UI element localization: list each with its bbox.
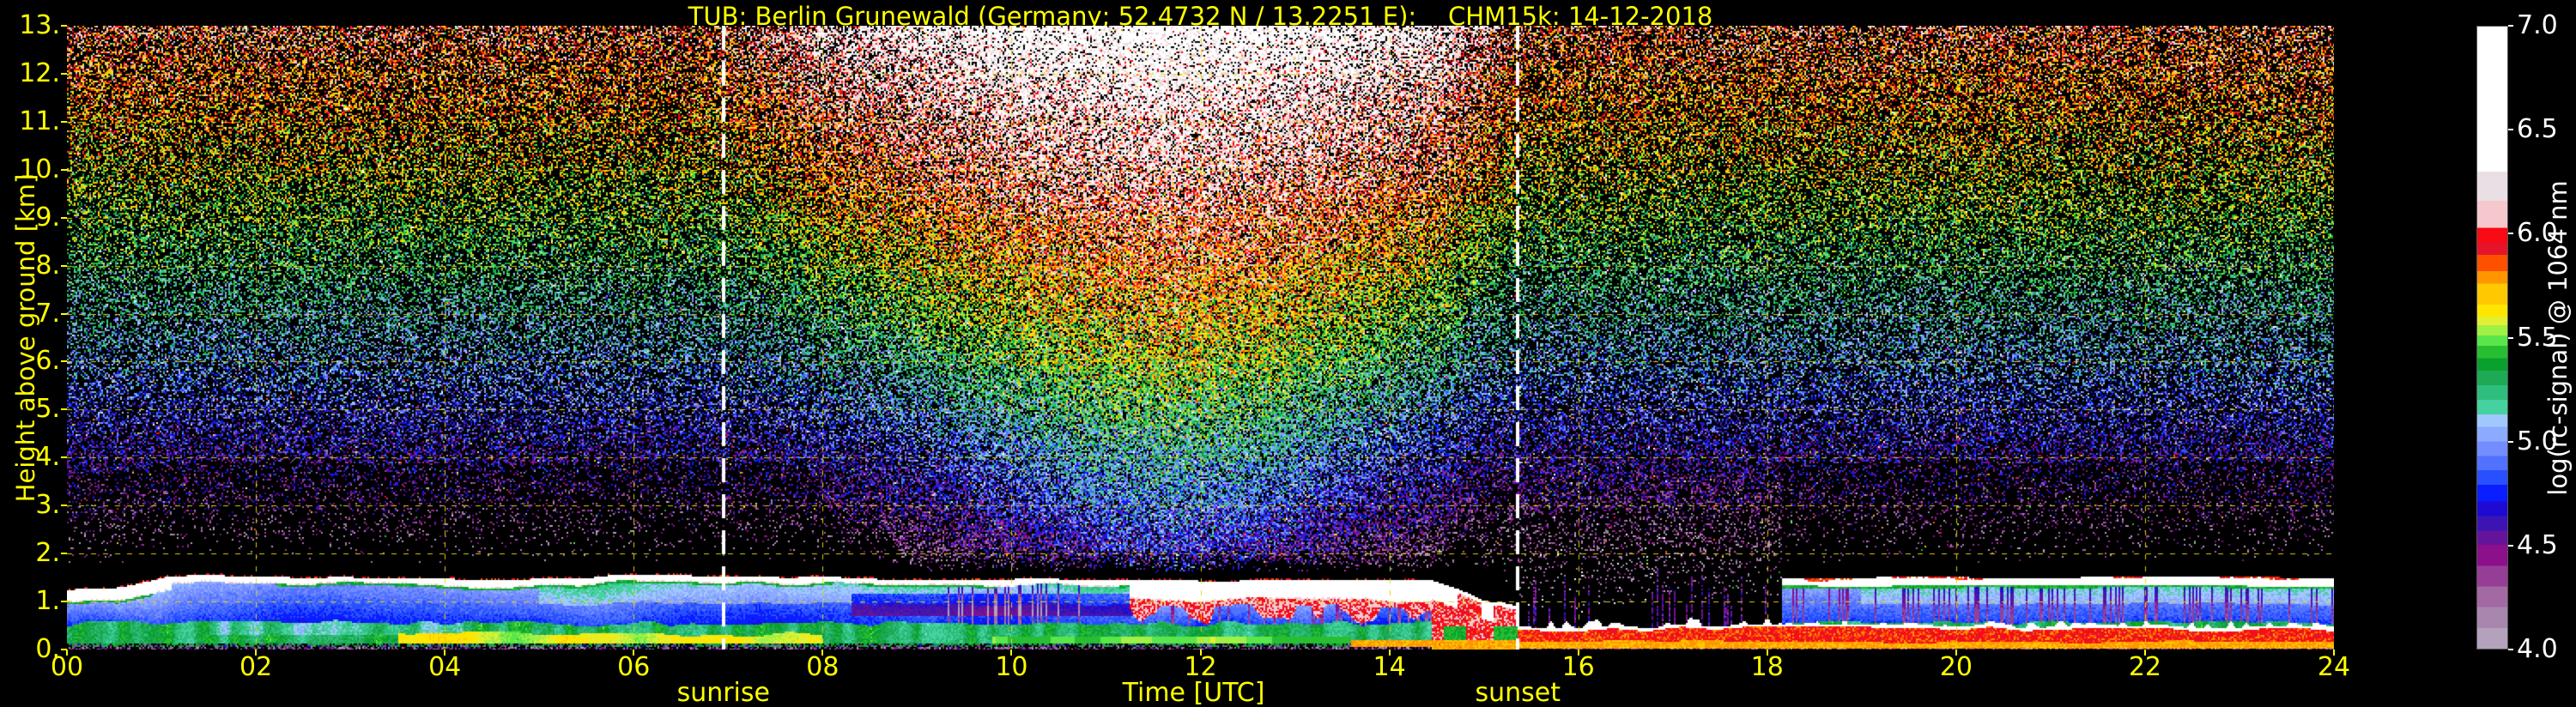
- y-tick-label: 10.: [0, 153, 60, 187]
- colorbar-tick-mark: [2508, 441, 2513, 443]
- y-tick-mark: [61, 217, 67, 219]
- x-tick-label: 16: [1536, 653, 1621, 682]
- x-tick-label: 00: [24, 653, 110, 682]
- sunrise-label: sunrise: [677, 679, 770, 707]
- y-tick-mark: [61, 121, 67, 123]
- x-tick-mark: [1578, 650, 1579, 656]
- y-tick-label: 8.: [0, 249, 60, 283]
- colorbar-tick-mark: [2508, 233, 2513, 234]
- colorbar-tick-label: 6.5: [2517, 112, 2558, 147]
- colorbar-tick-label: 6.0: [2517, 216, 2558, 251]
- y-tick-mark: [61, 408, 67, 410]
- colorbar-tick-label: 7.0: [2517, 9, 2558, 43]
- x-tick-mark: [1767, 650, 1768, 656]
- x-tick-mark: [1389, 650, 1391, 656]
- x-tick-label: 20: [1913, 653, 1999, 682]
- x-tick-label: 14: [1347, 653, 1433, 682]
- x-tick-label: 18: [1724, 653, 1810, 682]
- x-tick-mark: [821, 650, 823, 656]
- y-tick-label: 6.: [0, 344, 60, 378]
- x-tick-label: 08: [779, 653, 865, 682]
- x-tick-label: 02: [213, 653, 299, 682]
- x-tick-label: 10: [968, 653, 1054, 682]
- x-axis-label: Time [UTC]: [1123, 679, 1265, 707]
- ceilometer-quicklook: TUB: Berlin Grunewald (Germany; 52.4732 …: [0, 0, 2576, 707]
- x-tick-mark: [1010, 650, 1012, 656]
- colorbar-tick-mark: [2508, 25, 2513, 27]
- x-tick-mark: [1955, 650, 1957, 656]
- y-tick-mark: [61, 169, 67, 171]
- x-tick-label: 06: [591, 653, 676, 682]
- x-tick-label: 24: [2291, 653, 2377, 682]
- y-tick-label: 3.: [0, 488, 60, 523]
- colorbar-tick-mark: [2508, 649, 2513, 650]
- y-tick-mark: [61, 313, 67, 315]
- y-tick-label: 11.: [0, 105, 60, 139]
- colorbar-tick-label: 4.0: [2517, 632, 2558, 667]
- y-tick-mark: [61, 601, 67, 602]
- colorbar-tick-label: 4.5: [2517, 529, 2558, 563]
- y-tick-mark: [61, 505, 67, 506]
- x-tick-mark: [2144, 650, 2146, 656]
- colorbar-tick-mark: [2508, 129, 2513, 130]
- sunset-label: sunset: [1475, 679, 1561, 707]
- x-tick-mark: [444, 650, 445, 656]
- colorbar: [2476, 26, 2508, 650]
- y-tick-label: 1.: [0, 584, 60, 619]
- y-tick-label: 2.: [0, 536, 60, 571]
- y-tick-label: 9.: [0, 201, 60, 235]
- y-tick-label: 13.: [0, 9, 60, 43]
- colorbar-tick-mark: [2508, 337, 2513, 339]
- y-tick-mark: [61, 360, 67, 362]
- x-tick-mark: [255, 650, 257, 656]
- x-tick-label: 04: [402, 653, 488, 682]
- y-tick-label: 12.: [0, 57, 60, 91]
- colorbar-tick-label: 5.0: [2517, 425, 2558, 459]
- y-tick-mark: [61, 265, 67, 267]
- x-tick-mark: [1200, 650, 1202, 656]
- y-tick-label: 5.: [0, 392, 60, 426]
- colorbar-tick-mark: [2508, 545, 2513, 547]
- x-tick-mark: [66, 650, 68, 656]
- y-tick-label: 4.: [0, 440, 60, 474]
- x-tick-mark: [633, 650, 634, 656]
- y-tick-mark: [61, 456, 67, 458]
- y-tick-label: 7.: [0, 297, 60, 331]
- ceilometer-heatmap: [67, 26, 2334, 650]
- y-tick-mark: [61, 553, 67, 554]
- y-tick-mark: [61, 73, 67, 75]
- y-tick-mark: [61, 25, 67, 27]
- x-tick-label: 22: [2102, 653, 2188, 682]
- x-tick-mark: [2333, 650, 2335, 656]
- colorbar-tick-label: 5.5: [2517, 321, 2558, 355]
- x-tick-label: 12: [1158, 653, 1244, 682]
